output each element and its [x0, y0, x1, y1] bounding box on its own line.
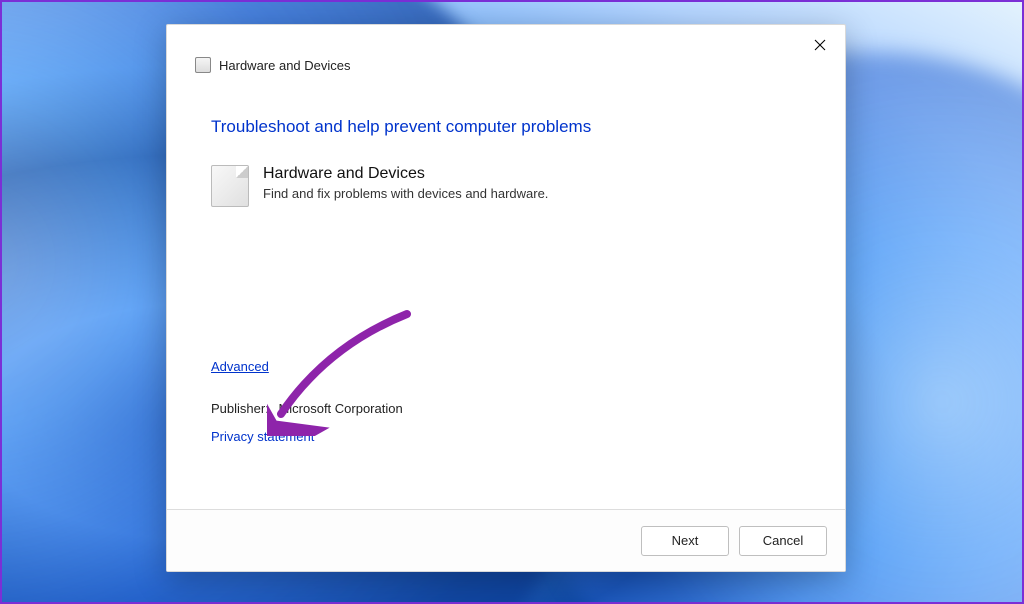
cancel-button[interactable]: Cancel	[739, 526, 827, 556]
advanced-link[interactable]: Advanced	[211, 359, 269, 374]
troubleshooter-item: Hardware and Devices Find and fix proble…	[211, 165, 801, 207]
next-button[interactable]: Next	[641, 526, 729, 556]
troubleshooter-dialog: Hardware and Devices Troubleshoot and he…	[166, 24, 846, 572]
publisher-info: Publisher: Microsoft Corporation	[211, 401, 403, 416]
troubleshooter-header-icon	[195, 57, 211, 73]
troubleshooter-description: Find and fix problems with devices and h…	[263, 186, 548, 201]
publisher-label: Publisher:	[211, 401, 269, 416]
dialog-footer: Next Cancel	[167, 509, 845, 571]
dialog-content: Troubleshoot and help prevent computer p…	[167, 85, 845, 509]
close-icon	[814, 39, 826, 51]
close-button[interactable]	[803, 31, 837, 59]
dialog-header: Hardware and Devices	[167, 57, 845, 85]
hardware-devices-icon	[211, 165, 249, 207]
troubleshooter-title: Hardware and Devices	[263, 165, 548, 183]
window-title: Hardware and Devices	[219, 58, 351, 73]
main-heading: Troubleshoot and help prevent computer p…	[211, 117, 801, 137]
publisher-value: Microsoft Corporation	[278, 401, 402, 416]
troubleshooter-text: Hardware and Devices Find and fix proble…	[263, 165, 548, 201]
privacy-statement-link[interactable]: Privacy statement	[211, 429, 314, 444]
